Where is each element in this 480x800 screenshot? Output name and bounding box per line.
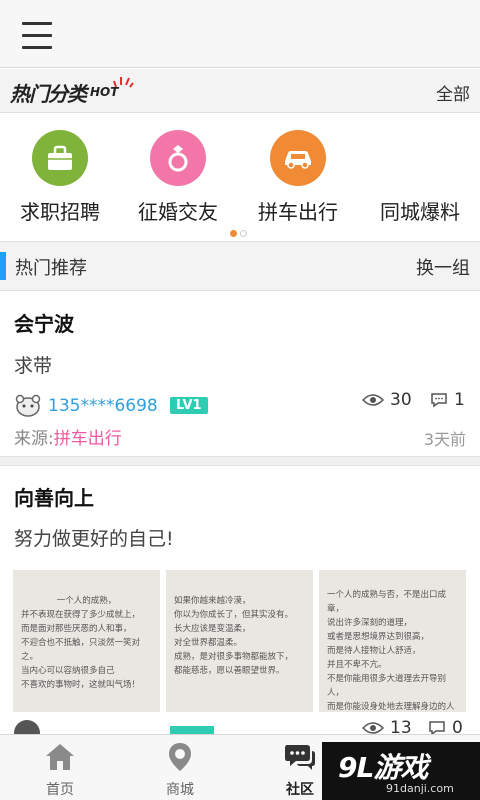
post-image[interactable]: 如果你越来越冷漠， 你以为你成长了，但其实没有。 长大应该是变温柔， 对全世界都… [166, 570, 313, 712]
source-link[interactable]: 拼车出行 [54, 429, 122, 449]
page-indicator [230, 222, 250, 241]
comment-icon [431, 393, 447, 408]
category-item-carpool[interactable]: 拼车出行 [238, 130, 358, 225]
category-grid: 求职招聘 征婚交友 拼车出行 同城爆料 [0, 114, 480, 240]
level-badge [170, 726, 214, 734]
image-quote-line: 而是面对那些厌恶的人和事， [21, 624, 132, 634]
post-body: 努力做更好的自己! [14, 528, 174, 550]
all-categories-link[interactable]: 全部 [436, 80, 470, 105]
image-quote-line: 或者是思想境界达到很高， [327, 632, 430, 642]
post-username[interactable]: 135****6698 [48, 396, 158, 416]
image-quote-line: 一个人的成熟与否，不是出口成章， [327, 590, 447, 614]
category-item-local-news[interactable]: 同城爆料 [360, 130, 480, 225]
tab-mall[interactable]: 商城 [120, 735, 240, 800]
post-image-grid: 一个人的成熟， 并不表现在获得了多少成就上， 而是面对那些厌恶的人和事， 不迎合… [13, 570, 467, 712]
comment-count-value: 1 [454, 390, 465, 410]
eye-icon [362, 722, 384, 734]
chat-bubbles-icon [285, 745, 315, 770]
post-image[interactable]: 一个人的成熟与否，不是出口成章， 说出许多深刻的道理， 或者是思想境界达到很高，… [319, 570, 466, 712]
eye-icon [362, 394, 384, 406]
recommend-header: 热门推荐 换一组 [0, 241, 480, 291]
view-count-value: 30 [390, 390, 412, 410]
category-item-dating[interactable]: 征婚交友 [118, 130, 238, 225]
post-title: 会宁波 [14, 312, 74, 336]
view-count: 30 [362, 390, 412, 410]
tab-home[interactable]: 首页 [0, 735, 120, 800]
section-accent-bar [0, 252, 6, 280]
watermark-logo: 9L游戏 91danji.com [322, 742, 480, 800]
category-label: 拼车出行 [258, 200, 338, 224]
image-quote-line: 长大应该是变温柔， [174, 624, 251, 634]
category-header: 热门分类 HOT 全部 [0, 69, 480, 113]
image-quote-line: 而是待人接物让人舒适， [327, 646, 421, 656]
image-quote-line: 说出许多深刻的道理， [327, 618, 413, 628]
post-card[interactable]: 会宁波 求带 135****6698 LV1 30 1 来源:拼车出行 3天前 [0, 292, 480, 456]
megaphone-icon [392, 130, 448, 186]
level-badge: LV1 [170, 397, 208, 414]
ring-icon [150, 130, 206, 186]
hot-spark-icon [113, 77, 134, 88]
image-quote-line: 都能慈悲，愿以善眼望世界。 [174, 666, 285, 676]
home-icon [46, 744, 74, 770]
image-quote-line: 并不表现在获得了多少成就上， [21, 610, 141, 620]
avatar[interactable] [14, 720, 40, 734]
top-bar [0, 0, 480, 68]
image-quote-line: 成熟，是对很多事物都能放下， [174, 652, 294, 662]
image-quote-line: 如果你越来越冷漠， [174, 596, 251, 606]
image-quote-line: 并且不卑不亢。 [327, 660, 387, 670]
post-title: 向善向上 [14, 486, 94, 510]
divider [0, 456, 480, 466]
page-dot-active [230, 230, 237, 237]
image-quote-line: 而是你能设身处地去理解身边的人和事。 [327, 702, 455, 712]
location-pin-icon [169, 743, 191, 771]
watermark-main: 9L游戏 [338, 751, 428, 784]
page-dot [240, 230, 247, 237]
image-quote-line: 不是你能用很多大道理去开导别人， [327, 674, 447, 698]
menu-icon[interactable] [22, 22, 56, 50]
briefcase-icon [32, 130, 88, 186]
image-quote-line: 当内心可以容纳很多自己 [21, 666, 115, 676]
post-time: 3天前 [423, 430, 466, 449]
car-icon [270, 130, 326, 186]
category-label: 征婚交友 [138, 200, 218, 224]
avatar[interactable] [14, 394, 42, 418]
image-quote-line: 对全世界都温柔。 [174, 638, 243, 648]
category-item-jobs[interactable]: 求职招聘 [0, 130, 120, 225]
source-label: 来源: [14, 429, 54, 449]
post-image[interactable]: 一个人的成熟， 并不表现在获得了多少成就上， 而是面对那些厌恶的人和事， 不迎合… [13, 570, 160, 712]
recommend-title: 热门推荐 [15, 258, 87, 279]
image-quote-line: 你以为你成长了，但其实没有。 [174, 610, 294, 620]
watermark-url: 91danji.com [386, 782, 454, 795]
image-quote-line: 不迎合也不抵触，只淡然一笑对之。 [21, 638, 141, 662]
image-quote-line: 一个人的成熟， [56, 596, 117, 606]
post-body: 求带 [14, 355, 53, 377]
category-title: 热门分类 [10, 82, 87, 106]
tab-label: 商城 [166, 782, 194, 798]
image-quote-line: 不喜欢的事物时，这就叫气场！ [21, 680, 141, 690]
category-label: 求职招聘 [20, 200, 100, 224]
comment-count: 1 [430, 390, 465, 410]
tab-label: 首页 [46, 782, 74, 798]
post-source: 来源:拼车出行 [14, 424, 122, 449]
category-label: 同城爆料 [380, 200, 460, 224]
change-group-button[interactable]: 换一组 [416, 254, 470, 280]
